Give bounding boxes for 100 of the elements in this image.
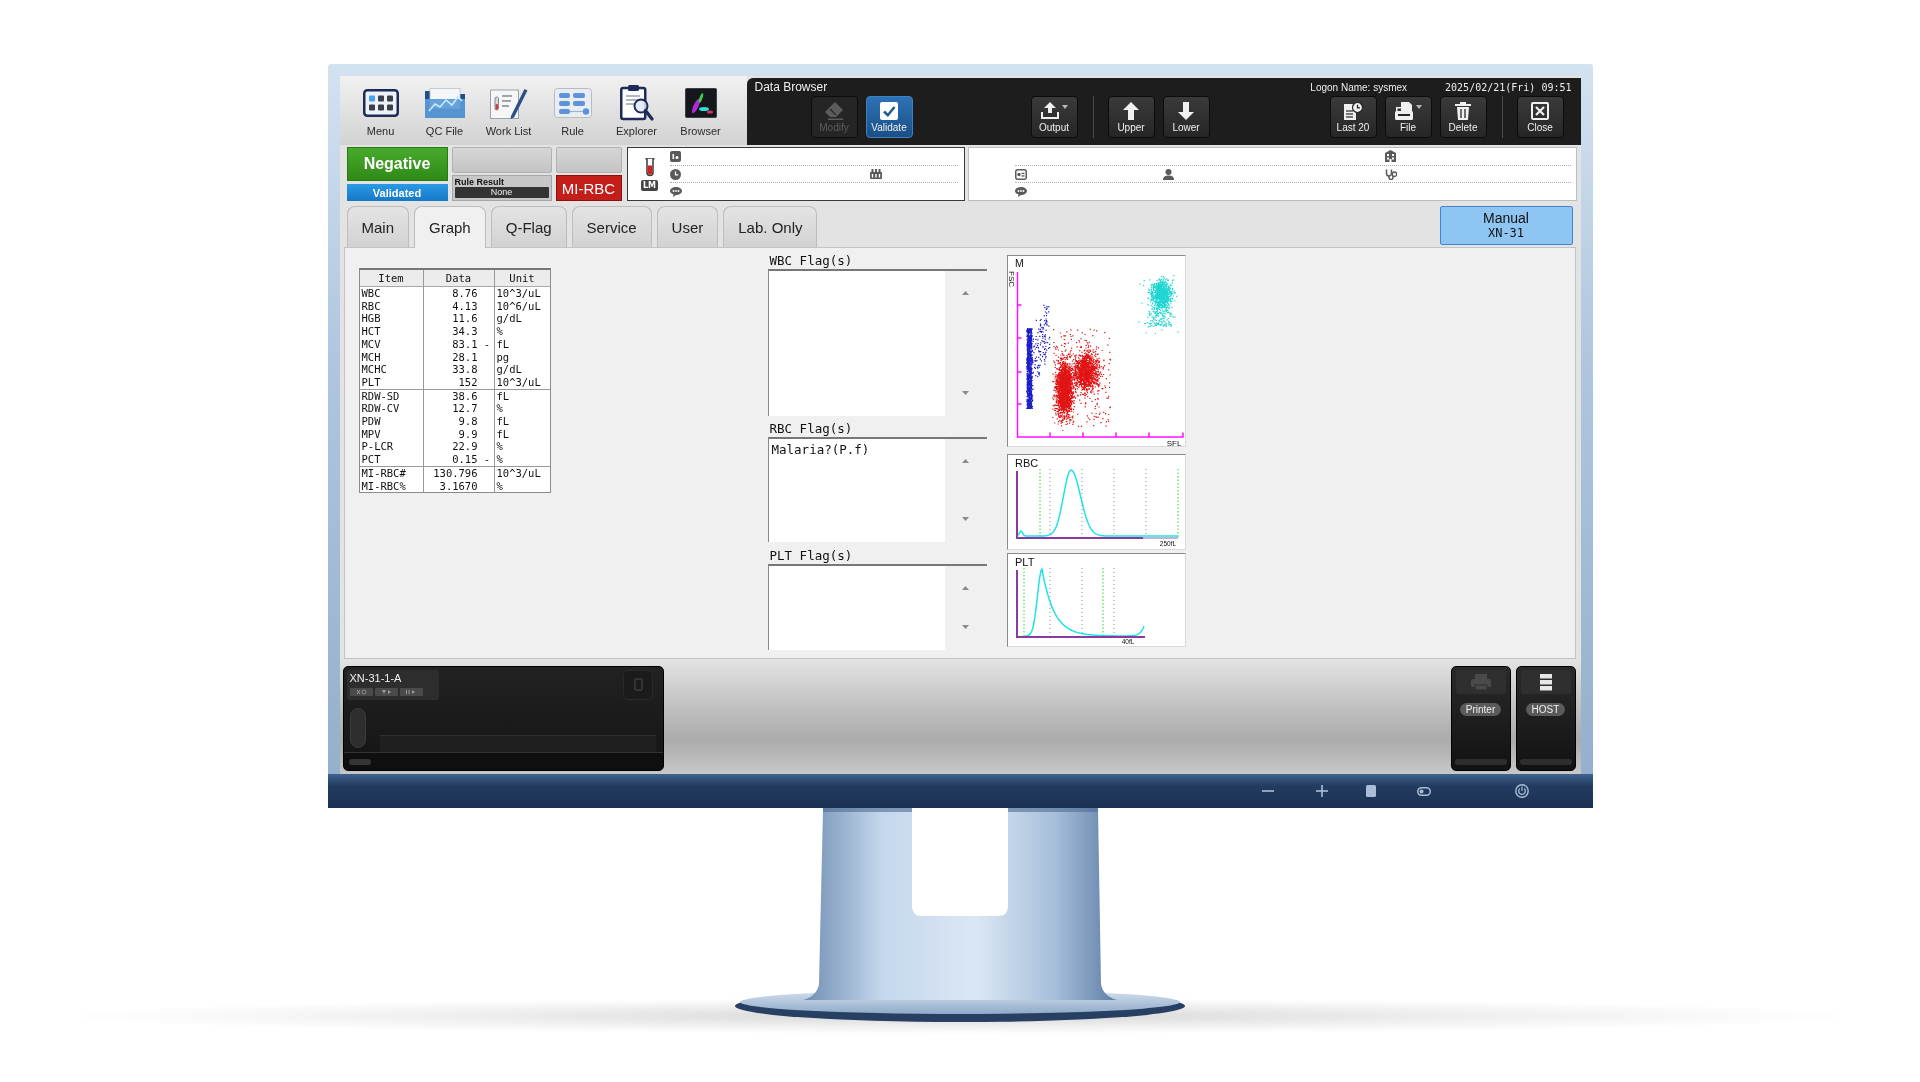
validation-badge: Validated — [346, 184, 448, 201]
toolbar-button[interactable]: Menu — [348, 85, 413, 138]
date-time: 2025/02/21(Fri) 09:51 — [1445, 81, 1572, 93]
toolbar-button[interactable]: Upper — [1107, 96, 1155, 138]
table-cell: MCV — [359, 337, 424, 351]
threshold-line — [1177, 468, 1178, 538]
chart-title: RBC — [1014, 457, 1038, 469]
toolbar-button[interactable]: Explorer — [604, 85, 669, 138]
diagram-icon — [553, 88, 592, 118]
axis-label: FSC — [1007, 271, 1016, 287]
scroll-up-icon[interactable] — [962, 291, 969, 295]
y-axis — [1015, 569, 1018, 639]
table-cell: RDW-CV — [359, 402, 424, 416]
eraser-icon — [825, 102, 843, 120]
device-label: Printer — [1459, 703, 1502, 716]
tab[interactable]: Q-Flag — [490, 206, 567, 247]
flag-item: Malaria?(P.f) — [771, 442, 871, 457]
toolbar-button[interactable]: QC File — [412, 85, 477, 138]
table-cell: MCH — [359, 350, 424, 364]
table-cell: PLT — [359, 375, 424, 389]
table-cell-text: 34.3 — [451, 325, 479, 338]
tab[interactable]: Service — [571, 206, 652, 247]
table-cell-text: 10^3/uL — [495, 287, 542, 300]
table-cell: HGB — [359, 312, 424, 326]
table-cell-text: 8.76 — [451, 287, 479, 300]
table-cell: 130.796 — [423, 465, 481, 480]
table-cell-text: 10^3/uL — [495, 375, 542, 389]
toolbar-button[interactable]: Output — [1030, 96, 1078, 138]
document-pen-icon — [489, 87, 528, 119]
grid-icon — [362, 89, 399, 117]
tab[interactable]: Graph — [414, 206, 486, 248]
number-badge-icon — [669, 150, 681, 162]
id-card-icon — [1014, 168, 1027, 180]
table-cell: RDW-SD — [359, 388, 424, 403]
toolbar-button[interactable]: Lower — [1162, 96, 1210, 138]
scroll-down-icon[interactable] — [962, 517, 969, 521]
toolbar-button[interactable]: Last 20 — [1329, 96, 1377, 138]
table-cell-text: % — [495, 325, 504, 338]
table-cell-text: 11.6 — [451, 312, 479, 326]
toolbar-button[interactable]: Close — [1516, 96, 1564, 138]
table-cell-text: 33.8 — [451, 363, 479, 376]
power-icon[interactable] — [1514, 784, 1529, 798]
upload-icon — [1040, 102, 1059, 119]
table-cell-text: 4.13 — [451, 299, 479, 313]
column-header: Data — [423, 270, 495, 287]
toggle-icon[interactable] — [1416, 786, 1431, 796]
document-clock-icon — [1343, 102, 1363, 120]
person-icon — [1162, 168, 1174, 180]
stethoscope-icon — [1384, 168, 1397, 180]
chart-title: PLT — [1014, 556, 1034, 568]
table-cell: HCT — [359, 325, 424, 338]
table-cell: P-LCR — [359, 440, 424, 454]
table-cell-text: % — [495, 440, 504, 454]
table-cell: PDW — [359, 415, 424, 428]
table-cell-text: 10^6/uL — [495, 299, 542, 313]
plus-icon[interactable] — [1315, 785, 1328, 797]
table-cell-text: fL — [495, 415, 511, 428]
toolbar-button[interactable]: Browser — [668, 85, 733, 138]
table-cell: MI-RBC% — [359, 479, 424, 493]
cell-cluster — [1137, 275, 1179, 335]
folder-chart-icon — [424, 88, 465, 118]
toolbar-title: Data Browser — [754, 80, 828, 94]
toolbar-button[interactable]: File — [1384, 96, 1432, 138]
clock-icon — [669, 168, 681, 180]
table-cell: 10^3/uL — [494, 465, 550, 480]
table-cell-text: 83.1 — [451, 337, 479, 351]
scroll-down-icon[interactable] — [962, 391, 969, 395]
clipboard-magnifier-icon — [619, 85, 654, 121]
judgment-badge: Negative — [346, 147, 448, 181]
scroll-down-icon[interactable] — [962, 625, 969, 629]
tab[interactable]: User — [656, 206, 719, 247]
flag-panel-title: PLT Flag(s) — [768, 547, 854, 564]
table-cell-text: % — [495, 402, 504, 416]
pill-indicator — [348, 758, 371, 765]
toolbar-button[interactable]: Rule — [540, 85, 605, 138]
analyzer-name: XN-31-1-A — [349, 672, 403, 685]
table-cell: PCT — [359, 453, 424, 466]
comment-icon — [1014, 186, 1027, 197]
table-cell: MCHC — [359, 363, 424, 376]
scroll-up-icon[interactable] — [962, 459, 969, 463]
table-cell-text: g/dL — [495, 312, 523, 326]
table-cell-text: 12.7 — [451, 402, 479, 416]
pill-indicator — [349, 708, 366, 748]
toolbar-button[interactable]: Work List — [476, 85, 541, 138]
scroll-up-icon[interactable] — [962, 586, 969, 590]
table-cell-text: 9.9 — [457, 427, 479, 441]
mode-button[interactable]: Manual XN-31 — [1439, 205, 1573, 245]
y-axis — [1015, 470, 1018, 540]
toolbar-button[interactable]: Delete — [1439, 96, 1487, 138]
toolbar-button[interactable]: Validate — [865, 96, 913, 138]
rack-icon — [869, 169, 882, 179]
tab[interactable]: Main — [346, 206, 409, 247]
comment-icon — [669, 186, 682, 197]
close-icon — [1531, 102, 1549, 120]
scatter-plot-icon — [684, 88, 717, 118]
table-cell: WBC — [359, 287, 424, 300]
tab[interactable]: Lab. Only — [723, 206, 818, 247]
table-cell-text: fL — [495, 337, 511, 351]
building-icon — [1384, 150, 1396, 163]
square-icon[interactable] — [1365, 785, 1376, 797]
